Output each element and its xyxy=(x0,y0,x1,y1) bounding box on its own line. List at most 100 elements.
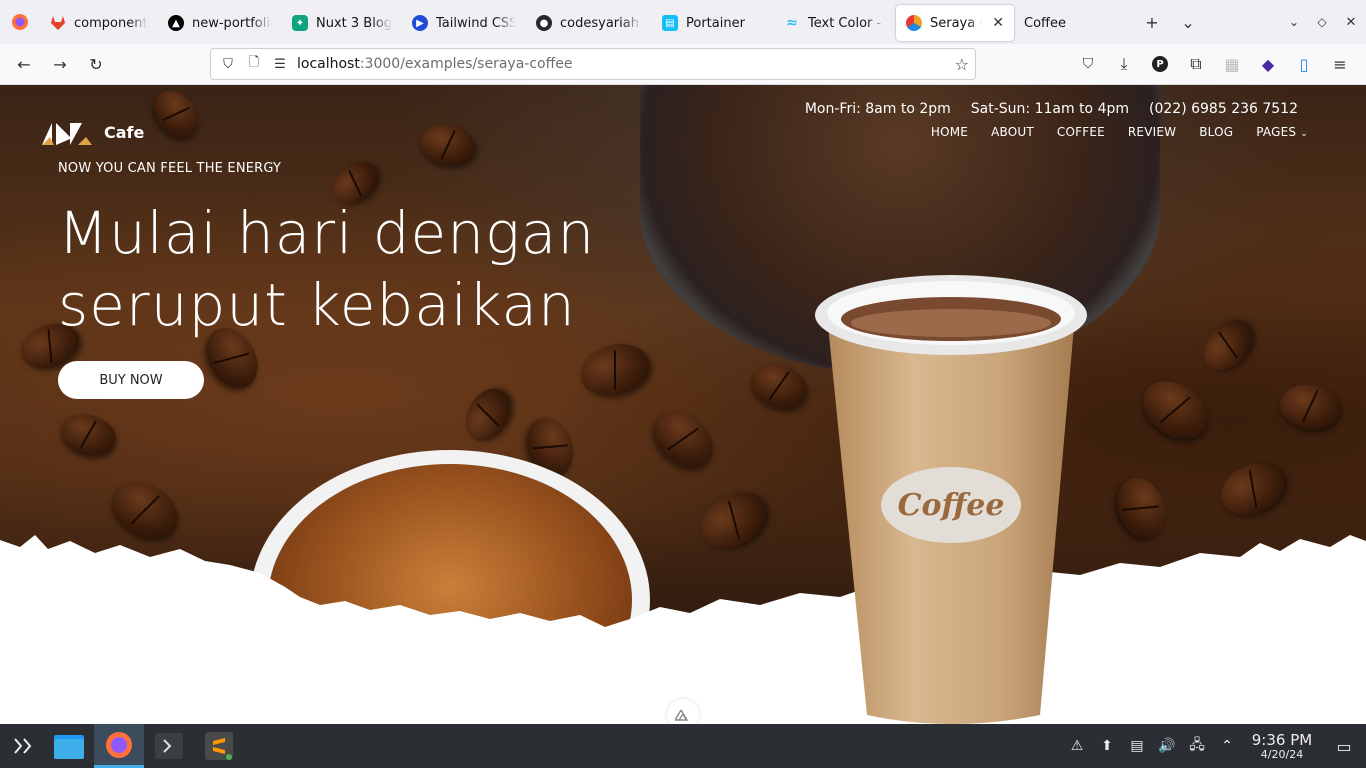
menu-item-coffee[interactable]: COFFEE xyxy=(1057,125,1105,139)
app-launcher-button[interactable] xyxy=(0,724,44,768)
chatgpt-icon: ✦ xyxy=(292,15,308,31)
firefox-view-button[interactable] xyxy=(0,0,40,44)
profile-button[interactable]: P xyxy=(1142,46,1178,82)
extension-cube-button[interactable]: ◆ xyxy=(1250,46,1286,82)
menu-item-pages[interactable]: PAGES ⌄ xyxy=(1256,125,1308,139)
extensions-button[interactable]: ⧉ xyxy=(1178,46,1214,82)
pocket-button[interactable]: ⛉ xyxy=(1070,46,1106,82)
tab-new-portfolio[interactable]: ▲ new-portfolio xyxy=(158,5,282,41)
nuxt-icon xyxy=(675,709,689,721)
close-window-button[interactable]: ✕ xyxy=(1336,4,1366,40)
tab-label: Text Color - T xyxy=(808,15,886,31)
extension-tablet-button[interactable]: ▯ xyxy=(1286,46,1322,82)
menu-item-pages-label: PAGES xyxy=(1256,125,1297,139)
menu-item-blog[interactable]: BLOG xyxy=(1199,125,1233,139)
tab-gitlab[interactable]: components/ xyxy=(40,5,158,41)
chevron-up-icon[interactable]: ⌃ xyxy=(1212,738,1242,754)
taskbar: ⚠ ⬆ ▤ 🔊 🖧 ⌃ 9:36 PM 4/20/24 ▭ xyxy=(0,724,1366,768)
updates-icon[interactable]: ⬆ xyxy=(1092,738,1122,754)
hero-tagline: NOW YOU CAN FEEL THE ENERGY xyxy=(58,161,282,176)
pocket-icon: ⛉ xyxy=(1082,56,1094,72)
coffee-cup-image: Coffee xyxy=(815,275,1087,724)
firefox-icon xyxy=(106,731,132,758)
menu-item-about[interactable]: ABOUT xyxy=(991,125,1034,139)
taskbar-file-manager[interactable] xyxy=(44,724,94,768)
url-bar[interactable]: ⛉ 🗋 ☰ localhost:3000/examples/seraya-cof… xyxy=(210,48,976,80)
reload-icon: ↻ xyxy=(89,54,103,74)
system-clock[interactable]: 9:36 PM 4/20/24 xyxy=(1242,732,1322,761)
network-icon[interactable]: 🖧 xyxy=(1182,734,1212,758)
coffee-bean-image xyxy=(1108,471,1174,545)
taskbar-firefox[interactable] xyxy=(94,724,144,768)
terminal-icon xyxy=(155,733,183,759)
close-tab-icon[interactable]: ✕ xyxy=(992,15,1004,31)
site-logo[interactable]: Cafe xyxy=(42,119,144,145)
sublime-text-icon xyxy=(205,732,233,760)
menu-button[interactable]: ≡ xyxy=(1322,46,1358,82)
headline-line-2: seruput kebaikan xyxy=(58,271,576,339)
bookmark-star-icon[interactable]: ☆ xyxy=(955,55,969,74)
maximize-button[interactable]: ◇ xyxy=(1308,4,1336,40)
tab-label: Portainer xyxy=(686,15,745,31)
tab-tailwind-css[interactable]: ▶ Tailwind CSS xyxy=(402,5,526,41)
tab-nuxt-blog[interactable]: ✦ Nuxt 3 Blog | xyxy=(282,5,402,41)
page-icon[interactable]: 🗋 xyxy=(241,53,267,75)
tailwind-icon: ≈ xyxy=(786,15,798,31)
reload-button[interactable]: ↻ xyxy=(78,46,114,82)
phone-number: (022) 6985 236 7512 xyxy=(1149,101,1298,117)
shield-icon[interactable]: ⛉ xyxy=(215,57,241,72)
url-text[interactable]: localhost:3000/examples/seraya-coffee xyxy=(297,56,572,72)
permissions-icon[interactable]: ☰ xyxy=(267,57,293,72)
grid-icon: ▦ xyxy=(1224,54,1240,74)
extension-grid-button[interactable]: ▦ xyxy=(1214,46,1250,82)
cube-icon: ◆ xyxy=(1261,54,1275,74)
chevron-down-icon: ⌄ xyxy=(1300,129,1308,139)
new-tab-button[interactable]: + xyxy=(1134,4,1170,40)
show-desktop-icon[interactable]: ▭ xyxy=(1322,737,1366,756)
web-page: Coffee Cafe Mon-Fri: 8am to 2pm Sat-Sun:… xyxy=(0,85,1366,724)
tab-label: Coffee xyxy=(1024,15,1066,31)
coffee-bean-image xyxy=(1212,453,1294,525)
tab-portainer[interactable]: ▤ Portainer xyxy=(652,5,774,41)
headline-line-1: Mulai hari dengan xyxy=(58,199,596,267)
downloads-button[interactable]: ⤓ xyxy=(1106,46,1142,82)
clock-time: 9:36 PM xyxy=(1251,730,1313,749)
chevron-down-icon: ⌄ xyxy=(1288,15,1300,29)
notifications-icon[interactable]: ⚠ xyxy=(1062,738,1092,754)
taskbar-terminal[interactable] xyxy=(144,724,194,768)
chevron-down-icon: ⌄ xyxy=(1181,12,1195,32)
close-icon: ✕ xyxy=(1345,14,1357,30)
volume-icon[interactable]: 🔊 xyxy=(1152,738,1182,754)
gitlab-icon xyxy=(50,15,66,31)
tab-github[interactable]: ● codesyariah1 xyxy=(526,5,652,41)
clock-date: 4/20/24 xyxy=(1260,747,1304,761)
hero-headline: Mulai hari dengan seruput kebaikan xyxy=(58,197,595,341)
arrow-right-icon: → xyxy=(53,54,67,74)
buy-now-button[interactable]: BUY NOW xyxy=(58,361,204,399)
tab-list-button[interactable]: ⌄ xyxy=(1170,4,1206,40)
menu-item-review[interactable]: REVIEW xyxy=(1128,125,1176,139)
nextjs-icon: ▲ xyxy=(168,15,184,31)
folder-icon xyxy=(54,735,84,759)
tab-label: new-portfolio xyxy=(192,15,272,31)
coffee-bean-image xyxy=(1131,369,1219,451)
coffee-bean-image xyxy=(1276,380,1344,434)
tab-seraya-coffee[interactable]: Seraya Cof ✕ xyxy=(896,5,1014,41)
puzzle-icon: ⧉ xyxy=(1190,54,1202,73)
firefox-icon xyxy=(12,14,28,30)
coffee-bean-image xyxy=(416,120,480,170)
taskbar-sublime-text[interactable] xyxy=(194,724,244,768)
tab-coffee[interactable]: Coffee xyxy=(1014,5,1134,41)
coffee-bean-image xyxy=(744,356,814,416)
url-host: localhost xyxy=(297,56,360,72)
play-icon: ▶ xyxy=(412,15,428,31)
back-button[interactable]: ← xyxy=(6,46,42,82)
hours-weekend: Sat-Sun: 11am to 4pm xyxy=(970,101,1130,117)
tablet-icon: ▯ xyxy=(1299,54,1309,74)
clipboard-icon[interactable]: ▤ xyxy=(1122,738,1152,754)
tab-text-color[interactable]: ≈ Text Color - T xyxy=(774,5,896,41)
menu-item-home[interactable]: HOME xyxy=(931,125,968,139)
nuxt-devtools-button[interactable] xyxy=(667,699,699,724)
forward-button[interactable]: → xyxy=(42,46,78,82)
minimize-button[interactable]: ⌄ xyxy=(1280,4,1308,40)
